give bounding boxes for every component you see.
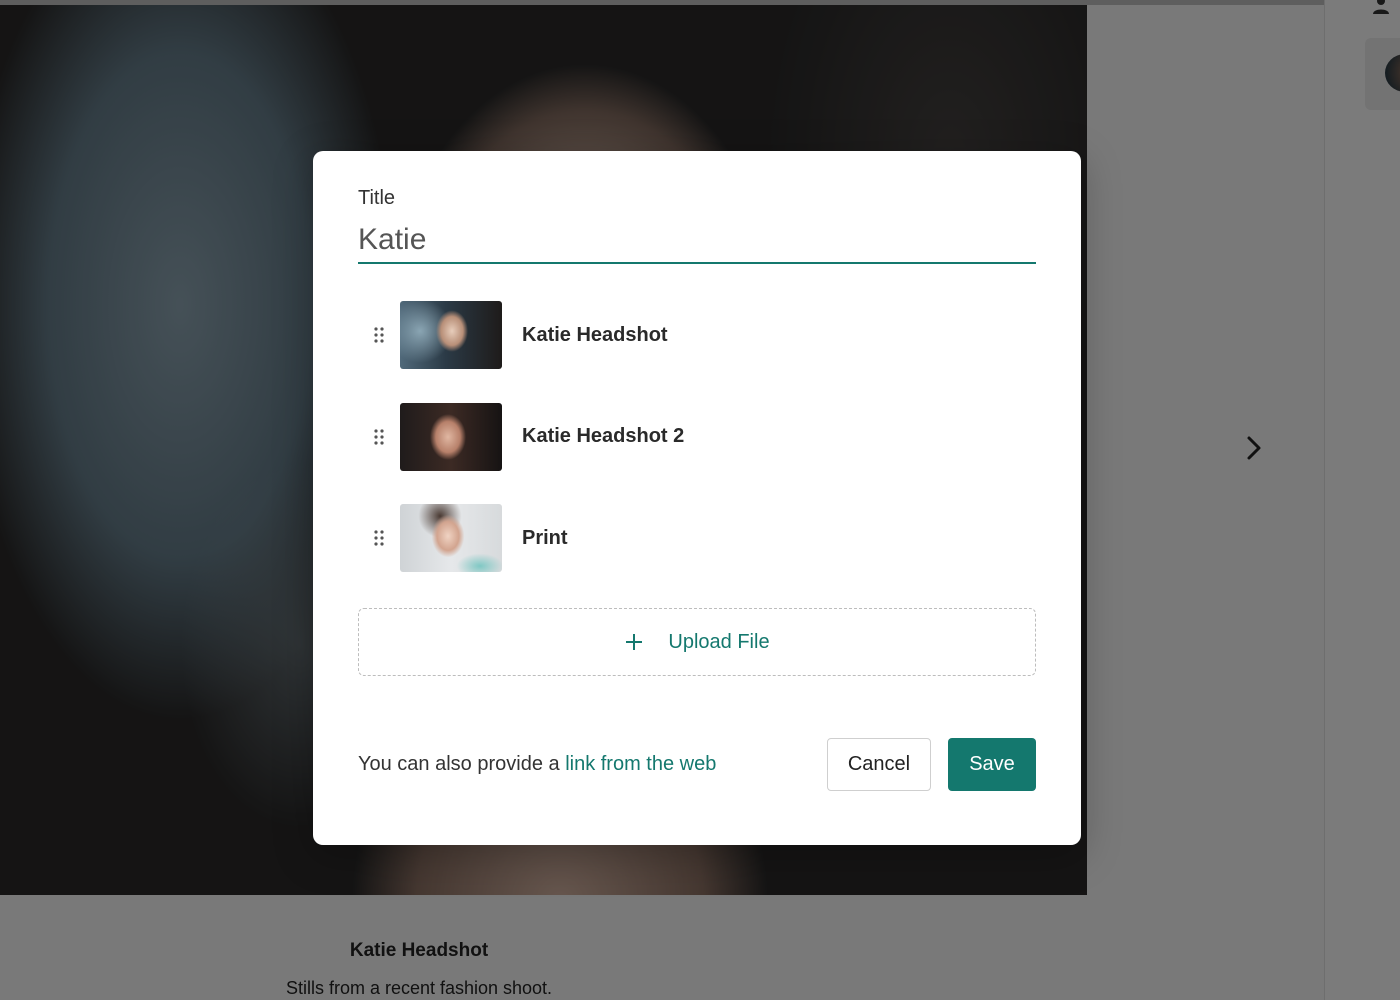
upload-file-button[interactable]: Upload File <box>358 608 1036 676</box>
file-thumbnail <box>400 504 502 572</box>
save-button[interactable]: Save <box>948 738 1036 791</box>
file-row[interactable]: Print <box>358 504 1036 572</box>
file-name: Katie Headshot 2 <box>522 425 685 447</box>
file-name: Katie Headshot <box>522 323 668 346</box>
web-link-hint-text: You can also provide a <box>358 753 566 775</box>
cancel-button[interactable]: Cancel <box>827 738 931 791</box>
file-thumbnail <box>400 402 502 471</box>
file-list: Katie Headshot Katie Headshot 2 Print <box>358 301 1036 606</box>
file-row[interactable]: Katie Headshot <box>358 301 1036 369</box>
drag-handle-icon[interactable] <box>358 301 400 369</box>
plus-icon <box>626 634 643 650</box>
title-input[interactable] <box>358 217 1036 264</box>
file-thumbnail <box>400 301 502 369</box>
file-name: Print <box>522 526 568 549</box>
drag-handle-icon[interactable] <box>358 504 400 572</box>
title-label: Title <box>358 187 396 209</box>
drag-handle-icon[interactable] <box>358 403 400 471</box>
file-row[interactable]: Katie Headshot 2 <box>358 402 1036 471</box>
link-from-web[interactable]: link from the web <box>565 753 716 775</box>
edit-gallery-dialog: Title Katie Headshot <box>313 151 1081 845</box>
upload-file-label: Upload File <box>668 630 770 653</box>
web-link-hint: You can also provide a link from the web <box>358 753 716 776</box>
